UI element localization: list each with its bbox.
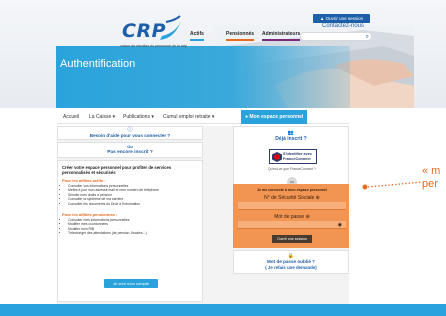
franceconnect-label: S'identifier avec FranceConnect	[283, 152, 312, 161]
create-account-heading: Créer votre espace personnel pour profit…	[62, 165, 172, 175]
content-area: ⓘ Besoin d'aide pour vous connecter ? Ou…	[57, 126, 349, 304]
not-registered-link[interactable]: Pas encore inscrit ?	[58, 150, 202, 156]
franceconnect-button[interactable]: S'identifier avec FranceConnect	[269, 149, 317, 164]
main-nav: Accueil La Caisse ▾ Publications ▾ Cumul…	[57, 110, 349, 124]
logo-tagline: caisse de retraites du personnel de la r…	[120, 44, 187, 48]
pensioner-benefits-list: Consulter mes informations personnelles …	[68, 218, 198, 236]
password-input[interactable]: ◉	[238, 221, 346, 229]
create-account-button[interactable]: Je crée mon compte	[104, 279, 158, 288]
resend-request-link[interactable]: ( Je refais une demande)	[234, 265, 348, 271]
search-icon[interactable]: ⌕	[366, 33, 369, 41]
tab-actifs-label: Actifs	[190, 31, 204, 37]
callout-line1: « m	[422, 165, 441, 177]
header-title-band	[56, 46, 350, 108]
nav-la-caisse[interactable]: La Caisse ▾	[89, 110, 115, 124]
login-title: Je me connecte à mon espace personnel	[257, 188, 327, 192]
forgot-password-card[interactable]: 🔒 Mot de passe oublié ? ( Je refais une …	[233, 250, 349, 274]
tab-pensionnes-label: Pensionnés	[226, 31, 255, 37]
search-input[interactable]: ⌕	[300, 32, 372, 41]
create-account-panel: Créer votre espace personnel pour profit…	[57, 160, 203, 302]
login-panel: Je me connecte à mon espace personnel N°…	[233, 184, 349, 248]
callout-line2: per	[422, 178, 438, 190]
page: CRP caisse de retraites du personnel de …	[0, 0, 446, 316]
password-label: Mot de passe ⊕	[274, 214, 310, 220]
help-link[interactable]: Besoin d'aide pour vous connecter ?	[58, 133, 202, 139]
already-registered-card: 👥 Déjà inscrit ? S'identifier avec France…	[233, 126, 350, 187]
nav-mon-espace-personnel[interactable]: ● Mon espace personnel	[241, 110, 308, 124]
nav-publications[interactable]: Publications ▾	[123, 110, 154, 124]
contact-link[interactable]: Contactez-nous	[322, 23, 364, 29]
help-card[interactable]: ⓘ Besoin d'aide pour vous connecter ?	[57, 126, 203, 140]
list-item: Consulter les documents du Droit à l'inf…	[68, 202, 198, 206]
franceconnect-info-link[interactable]: Qu'est-ce que FranceConnect ?	[234, 167, 350, 171]
franceconnect-icon	[272, 152, 282, 162]
nav-cumul-emploi-retraite[interactable]: Cumul emploi retraite ▾	[163, 110, 214, 124]
callout-text: « m per	[422, 165, 440, 191]
page-title: Authentification	[60, 58, 136, 70]
tab-administrateurs-label: Administrateurs	[262, 31, 301, 37]
tab-actifs[interactable]: Actifs	[190, 31, 204, 41]
active-affiliates-title: Pour les affiliés actifs :	[62, 178, 106, 183]
open-session-button[interactable]: ▲ Ouvrir une session	[313, 14, 370, 23]
callout-connector	[362, 181, 423, 190]
tab-pensionnes[interactable]: Pensionnés	[226, 31, 255, 41]
list-item: Télécharger des attestations (de pension…	[68, 231, 198, 235]
nav-accueil[interactable]: Accueil	[63, 110, 79, 124]
already-registered-label: Déjà inscrit ?	[275, 136, 307, 142]
show-password-eye-icon[interactable]: ◉	[338, 221, 342, 229]
crp-logo[interactable]: CRP caisse de retraites du personnel de …	[60, 8, 190, 52]
footer-band	[0, 304, 446, 316]
not-registered-card[interactable]: Ou Pas encore inscrit ?	[57, 142, 203, 158]
active-benefits-list: Consulter vos informations personnelles …	[68, 184, 198, 206]
login-submit-button[interactable]: Ouvrir une session	[272, 235, 312, 243]
fc-line2: FranceConnect	[283, 156, 311, 161]
pensioner-affiliates-title: Pour les affiliés pensionnés :	[62, 212, 118, 218]
header: CRP caisse de retraites du personnel de …	[0, 0, 446, 108]
fc-line1: S'identifier avec	[283, 152, 312, 156]
ssn-label: N° de Sécurité Sociale ⊕	[264, 195, 320, 201]
tab-administrateurs[interactable]: Administrateurs	[262, 31, 301, 41]
logo-swoosh-icon	[160, 15, 182, 40]
ssn-input[interactable]	[238, 202, 346, 210]
